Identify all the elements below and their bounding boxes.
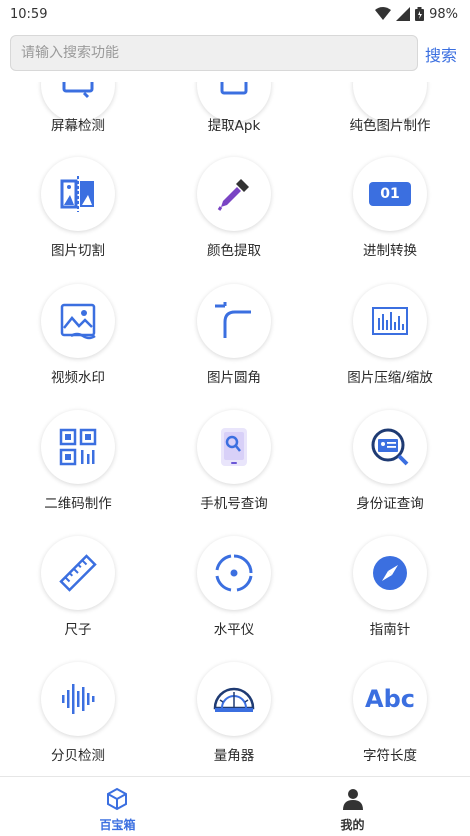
tool-label: 指南针 xyxy=(369,622,411,638)
qr-code-icon xyxy=(59,428,97,466)
tool-text-length-circle: Abc xyxy=(353,662,427,736)
tool-grid: 屏幕检测 提取Apk 纯色图片制作 图片切割 颜色提取 01 进制转换 视频水印… xyxy=(0,0,470,776)
tool-qr-code[interactable]: 二维码制作 xyxy=(0,410,156,512)
tool-label: 颜色提取 xyxy=(207,243,261,259)
status-time: 10:59 xyxy=(10,6,48,22)
wifi-icon xyxy=(375,7,392,20)
tool-compass[interactable]: 指南针 xyxy=(312,536,468,638)
tool-text-length[interactable]: Abc 字符长度 xyxy=(312,662,468,764)
nav-mine-label: 我的 xyxy=(340,818,365,832)
tool-base-convert[interactable]: 01 进制转换 xyxy=(312,157,468,259)
protractor-icon xyxy=(213,687,255,712)
tool-qr-code-circle xyxy=(41,410,115,484)
tool-rounded-corner-circle xyxy=(197,284,271,358)
nav-toolbox-label: 百宝箱 xyxy=(99,818,136,832)
tool-compass-circle xyxy=(353,536,427,610)
battery-icon xyxy=(415,7,425,21)
tool-label: 图片切割 xyxy=(51,243,105,259)
tool-phone-search[interactable]: 手机号查询 xyxy=(156,410,312,512)
tool-label: 字符长度 xyxy=(363,748,417,764)
tool-id-card-search-circle xyxy=(353,410,427,484)
eyedropper-icon xyxy=(217,179,249,211)
image-compress-icon xyxy=(372,307,408,335)
tool-label: 屏幕检测 xyxy=(51,118,105,134)
text-length-icon: Abc xyxy=(365,685,415,713)
tool-rounded-corner[interactable]: 图片圆角 xyxy=(156,284,312,386)
tool-eyedropper-circle xyxy=(197,157,271,231)
image-split-icon xyxy=(60,176,94,212)
status-bar: 10:59 98% xyxy=(0,0,470,28)
tool-image-compress-circle xyxy=(353,284,427,358)
status-icons: 98% xyxy=(375,7,458,22)
tool-label: 手机号查询 xyxy=(200,496,268,512)
user-icon xyxy=(343,789,363,810)
ruler-icon xyxy=(59,554,97,592)
tool-image-split[interactable]: 图片切割 xyxy=(0,157,156,259)
base-convert-icon: 01 xyxy=(369,182,411,206)
tool-label: 图片压缩/缩放 xyxy=(347,370,433,386)
search-input[interactable] xyxy=(21,45,417,61)
tool-label: 量角器 xyxy=(213,748,255,764)
tool-level-circle xyxy=(197,536,271,610)
tool-level[interactable]: 水平仪 xyxy=(156,536,312,638)
tool-label: 尺子 xyxy=(64,622,92,638)
cube-icon xyxy=(107,787,127,811)
tool-label: 二维码制作 xyxy=(44,496,112,512)
tool-label: 水平仪 xyxy=(213,622,255,638)
tool-decibel-circle xyxy=(41,662,115,736)
tool-base-convert-circle: 01 xyxy=(353,157,427,231)
battery-percent: 98% xyxy=(429,6,458,22)
tool-id-card-search[interactable]: 身份证查询 xyxy=(312,410,468,512)
tool-eyedropper[interactable]: 颜色提取 xyxy=(156,157,312,259)
tool-image-split-circle xyxy=(41,157,115,231)
video-watermark-icon xyxy=(60,303,96,340)
level-icon xyxy=(215,554,253,592)
phone-search-icon xyxy=(221,428,247,466)
tool-label: 进制转换 xyxy=(363,243,417,259)
tool-decibel[interactable]: 分贝检测 xyxy=(0,662,156,764)
tool-image-compress[interactable]: 图片压缩/缩放 xyxy=(312,284,468,386)
tool-phone-search-circle xyxy=(197,410,271,484)
tool-protractor[interactable]: 量角器 xyxy=(156,662,312,764)
id-card-search-icon xyxy=(371,428,409,466)
tool-label: 图片圆角 xyxy=(207,370,261,386)
tool-label: 身份证查询 xyxy=(356,496,424,512)
tool-protractor-circle xyxy=(197,662,271,736)
tool-label: 分贝检测 xyxy=(51,748,105,764)
signal-icon xyxy=(396,7,411,21)
nav-toolbox[interactable]: 百宝箱 xyxy=(0,777,235,836)
tool-label: 纯色图片制作 xyxy=(349,118,431,134)
tool-label: 提取Apk xyxy=(207,118,261,134)
tool-video-watermark-circle xyxy=(41,284,115,358)
search-button[interactable]: 搜索 xyxy=(425,42,457,66)
tool-ruler-circle xyxy=(41,536,115,610)
tool-label: 视频水印 xyxy=(51,370,105,386)
compass-icon xyxy=(373,556,407,590)
search-bar xyxy=(10,35,418,71)
tool-ruler[interactable]: 尺子 xyxy=(0,536,156,638)
nav-mine[interactable]: 我的 xyxy=(235,777,470,836)
rounded-corner-icon xyxy=(215,302,251,338)
bottom-nav: 百宝箱 我的 xyxy=(0,776,470,836)
decibel-icon xyxy=(62,684,95,714)
tool-video-watermark[interactable]: 视频水印 xyxy=(0,284,156,386)
